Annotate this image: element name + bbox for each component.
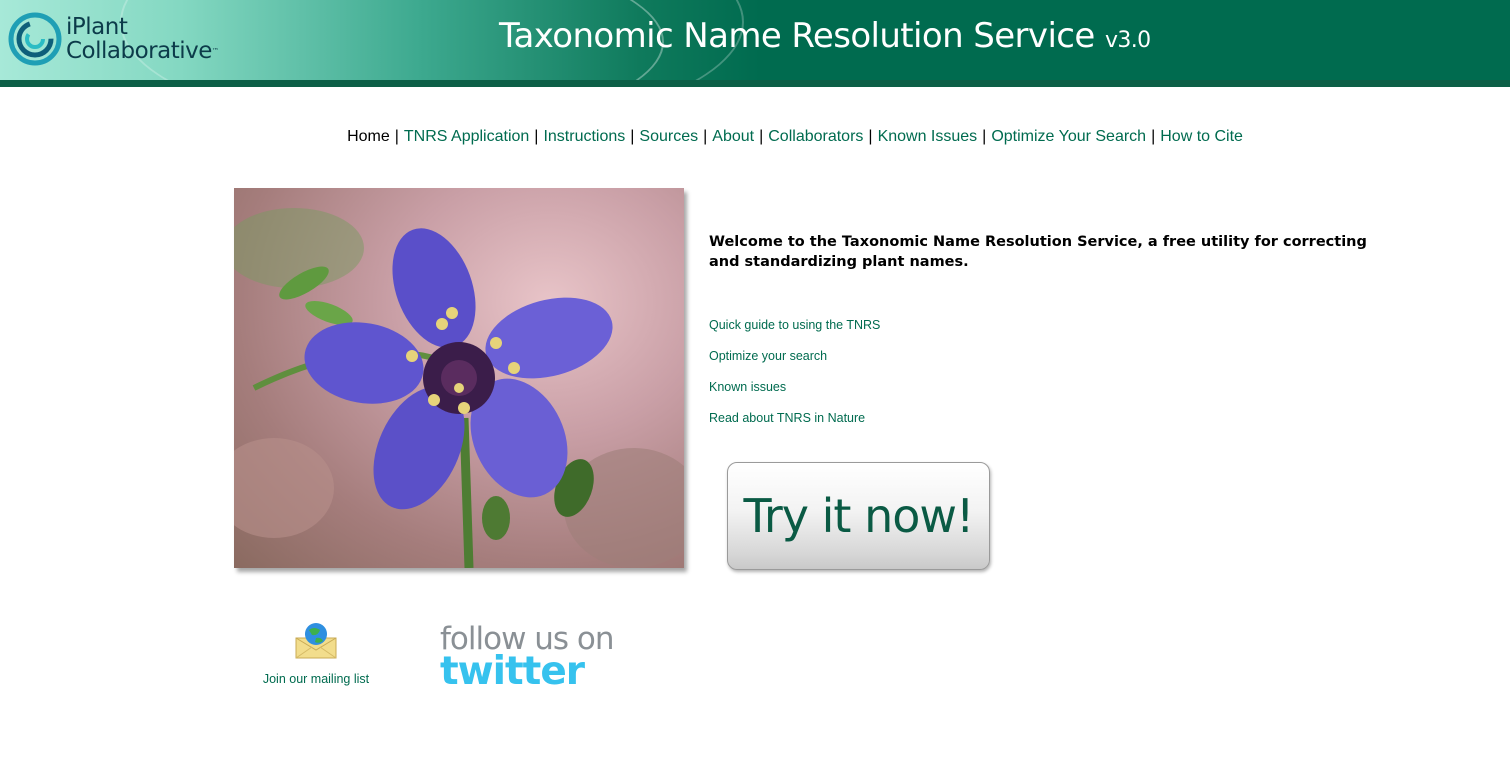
- header-banner: iPlant Collaborative™ Taxonomic Name Res…: [0, 0, 1510, 80]
- link-optimize-search[interactable]: Optimize your search: [709, 348, 880, 379]
- twitter-logo-text: twitter: [440, 649, 585, 694]
- try-it-now-label: Try it now!: [743, 489, 975, 543]
- nav-separator: |: [868, 128, 873, 145]
- nav-collaborators[interactable]: Collaborators: [768, 128, 863, 145]
- page-title: Taxonomic Name Resolution Service v3.0: [499, 16, 1151, 56]
- nav-home[interactable]: Home: [347, 128, 390, 145]
- nav-instructions[interactable]: Instructions: [543, 128, 625, 145]
- flower-photo: [234, 188, 684, 568]
- nav-tnrs-application[interactable]: TNRS Application: [404, 128, 529, 145]
- logo-text: iPlant Collaborative™: [66, 14, 219, 64]
- nav-separator: |: [630, 128, 635, 145]
- nav-separator: |: [703, 128, 708, 145]
- link-known-issues[interactable]: Known issues: [709, 379, 880, 410]
- envelope-globe-icon[interactable]: [294, 620, 338, 660]
- version-label: v3.0: [1104, 28, 1151, 53]
- quick-links: Quick guide to using the TNRS Optimize y…: [709, 317, 880, 441]
- nav-known-issues[interactable]: Known Issues: [878, 128, 978, 145]
- header-divider: [0, 80, 1510, 87]
- nav-how-to-cite[interactable]: How to Cite: [1160, 128, 1243, 145]
- nav-about[interactable]: About: [712, 128, 754, 145]
- nav-sources[interactable]: Sources: [639, 128, 698, 145]
- logo-line2: Collaborative™: [66, 38, 219, 64]
- mailing-list-link[interactable]: Join our mailing list: [256, 672, 376, 686]
- trademark: ™: [211, 47, 219, 55]
- logo-line1: iPlant: [66, 14, 128, 40]
- nav-separator: |: [534, 128, 539, 145]
- try-it-now-button[interactable]: Try it now!: [727, 462, 990, 570]
- nav-separator: |: [1151, 128, 1156, 145]
- nav-separator: |: [394, 128, 399, 145]
- iplant-swirl-icon: [8, 12, 62, 66]
- site-title-text: Taxonomic Name Resolution Service: [499, 16, 1095, 56]
- welcome-text: Welcome to the Taxonomic Name Resolution…: [709, 234, 1367, 270]
- link-quick-guide[interactable]: Quick guide to using the TNRS: [709, 317, 880, 348]
- link-tnrs-in-nature[interactable]: Read about TNRS in Nature: [709, 410, 880, 441]
- nav-separator: |: [982, 128, 987, 145]
- nav-optimize-search[interactable]: Optimize Your Search: [991, 128, 1146, 145]
- flower-illustration: [234, 208, 684, 568]
- twitter-follow[interactable]: follow us on twitter: [440, 622, 620, 694]
- main-nav: Home | TNRS Application | Instructions | Sourc…: [0, 128, 1510, 146]
- iplant-logo[interactable]: iPlant Collaborative™: [8, 12, 219, 66]
- mailing-list: Join our mailing list: [256, 620, 376, 686]
- nav-separator: |: [759, 128, 764, 145]
